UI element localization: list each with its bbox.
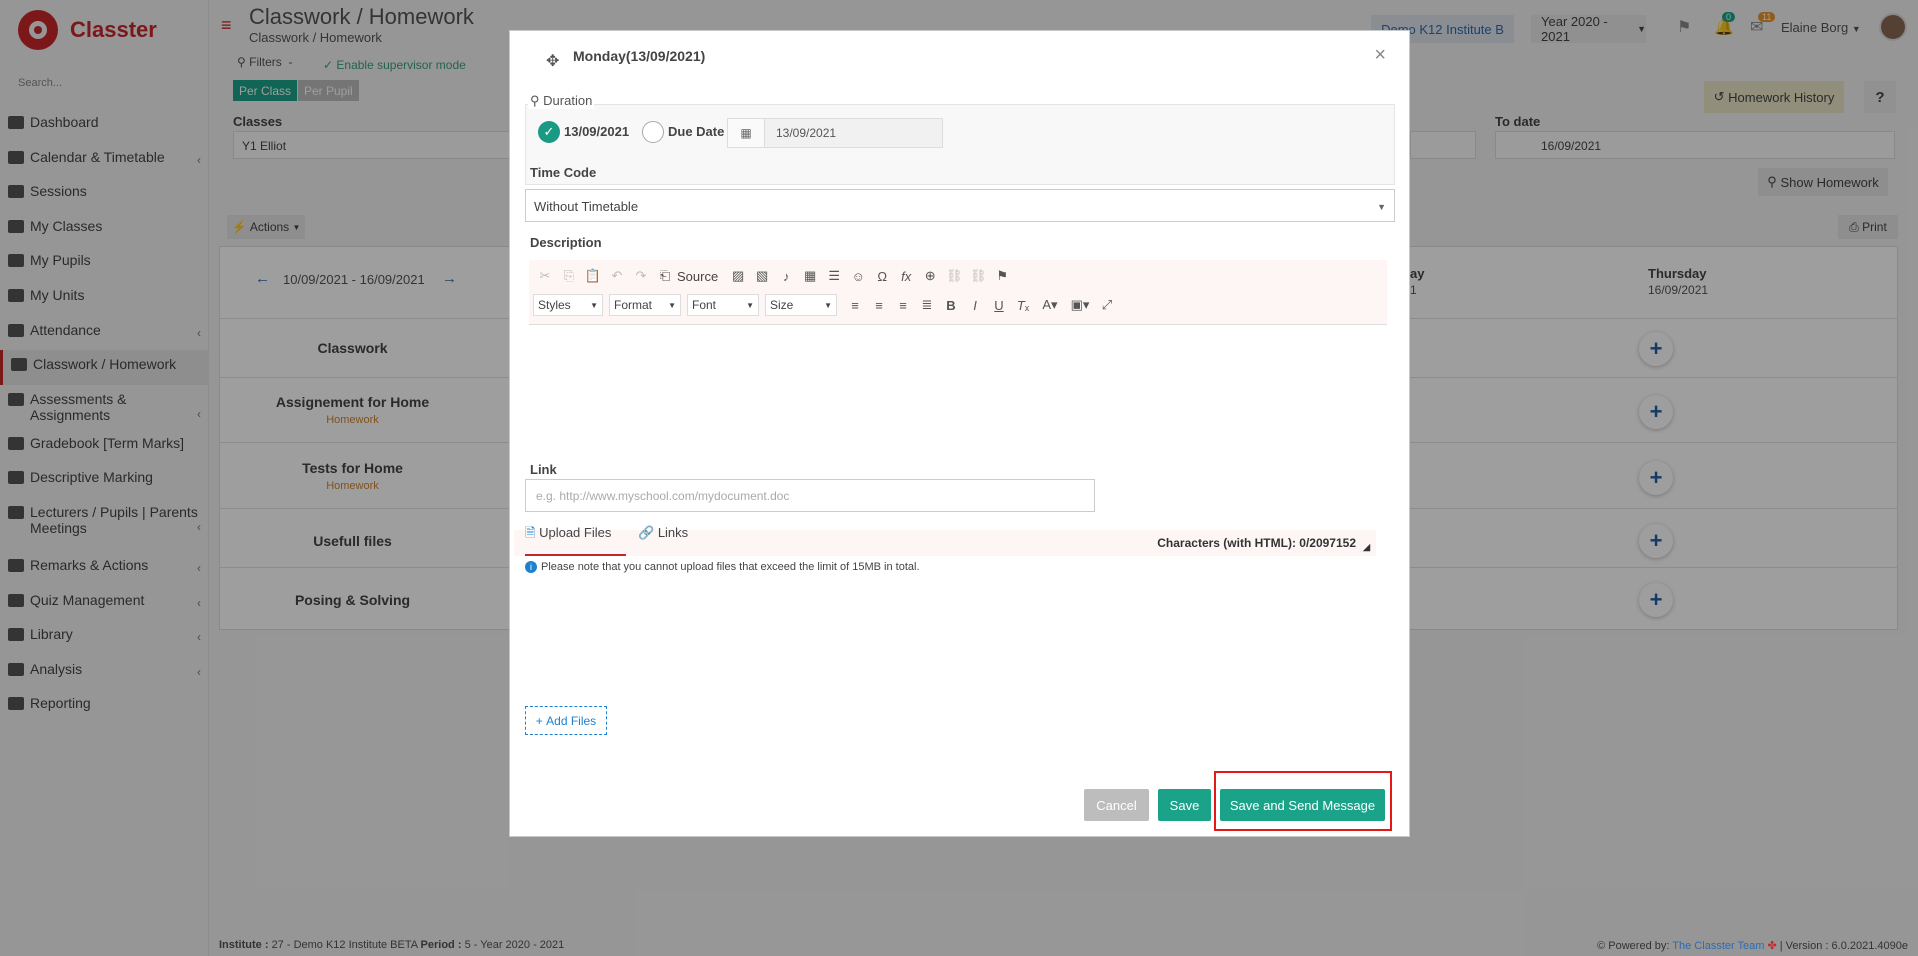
- maximize-icon[interactable]: ⤢: [1095, 294, 1119, 316]
- smiley-icon[interactable]: ☺: [846, 265, 870, 287]
- format-label: Format: [614, 298, 653, 312]
- time-code-label: Time Code: [530, 165, 597, 180]
- close-icon[interactable]: ×: [1374, 44, 1386, 67]
- editor-toolbar: ✂ ⎘ 📋 ↶ ↷ ⎗ Source ▨ ▧ ♪ ▦ ☰ ☺ Ω fx ⊕ ⛓ …: [529, 260, 1387, 325]
- highlight-box: [1214, 771, 1392, 831]
- chevron-down-icon: ▼: [590, 300, 598, 310]
- align-right-icon[interactable]: ≡: [891, 294, 915, 316]
- cancel-button[interactable]: Cancel: [1084, 789, 1149, 821]
- date-radio-label: 13/09/2021: [564, 124, 630, 139]
- move-icon[interactable]: ✥: [546, 51, 559, 71]
- classter-small-icon: ✤: [1767, 939, 1777, 952]
- toolbar-row-2: Styles ▼ Format ▼ Font ▼ Size ▼ ≡ ≡ ≡ ≣ B I …: [533, 294, 1119, 316]
- info-icon: i: [525, 561, 537, 573]
- date-input[interactable]: ▦ 13/09/2021: [727, 118, 943, 148]
- size-select[interactable]: Size ▼: [765, 294, 837, 316]
- duration-box: [525, 104, 1395, 185]
- omega-icon[interactable]: Ω: [870, 265, 894, 287]
- styles-select[interactable]: Styles ▼: [533, 294, 603, 316]
- save-button[interactable]: Save: [1158, 789, 1211, 821]
- footer-version: | Version : 6.0.2021.4090e: [1779, 939, 1908, 952]
- align-justify-icon[interactable]: ≣: [915, 294, 939, 316]
- text-color-icon[interactable]: A▾: [1035, 294, 1065, 316]
- unlink-icon[interactable]: ⛓: [966, 265, 990, 287]
- undo-icon[interactable]: ↶: [605, 265, 629, 287]
- copyright-icon: ©: [1597, 939, 1606, 952]
- remove-format-icon[interactable]: Tₓ: [1011, 294, 1035, 316]
- modal-title: Monday(13/09/2021): [573, 48, 706, 64]
- cut-icon[interactable]: ✂: [533, 265, 557, 287]
- homework-modal: ✥ Monday(13/09/2021) × ⚲ Duration ✓ 13/0…: [509, 30, 1410, 837]
- chevron-down-icon: ▼: [1377, 202, 1386, 212]
- background-color-icon[interactable]: ▣▾: [1065, 294, 1095, 316]
- footer-powered-label: Powered by:: [1608, 939, 1670, 952]
- redo-icon[interactable]: ↷: [629, 265, 653, 287]
- tab-upload-label: Upload Files: [539, 525, 612, 540]
- date-input-value: 13/09/2021: [776, 126, 837, 140]
- date-radio-selected[interactable]: ✓: [538, 121, 560, 143]
- due-date-radio-label: Due Date: [668, 124, 725, 139]
- due-date-radio[interactable]: [642, 121, 664, 143]
- link-label: Link: [530, 462, 557, 477]
- tab-links-label: Links: [657, 525, 689, 540]
- image-icon[interactable]: ▨: [726, 265, 750, 287]
- footer-period-label: Period :: [420, 939, 462, 951]
- calendar-icon[interactable]: ▦: [728, 119, 765, 147]
- tab-links[interactable]: 🔗 Links: [638, 525, 688, 549]
- bold-icon[interactable]: B: [939, 294, 963, 316]
- font-label: Font: [692, 298, 717, 312]
- align-center-icon[interactable]: ≡: [867, 294, 891, 316]
- source-button[interactable]: Source: [677, 269, 718, 284]
- footer-info: Institute : 27 - Demo K12 Institute BETA…: [219, 939, 564, 951]
- footer-institute-value: 27 - Demo K12 Institute BETA: [271, 939, 418, 951]
- flag-icon[interactable]: ⚑: [990, 265, 1014, 287]
- footer: Institute : 27 - Demo K12 Institute BETA…: [209, 934, 1918, 956]
- time-code-select[interactable]: Without Timetable ▼: [525, 189, 1395, 222]
- paste-icon[interactable]: 📋: [581, 265, 605, 287]
- formula-icon[interactable]: fx: [894, 265, 918, 287]
- plus-icon: +: [535, 713, 543, 728]
- add-files-label: Add Files: [546, 713, 597, 728]
- add-files-button[interactable]: + Add Files: [525, 706, 607, 735]
- link-icon[interactable]: ⛓: [942, 265, 966, 287]
- duration-label-text: Duration: [543, 93, 593, 108]
- italic-icon[interactable]: I: [963, 294, 987, 316]
- footer-institute-label: Institute :: [219, 939, 269, 951]
- audio-icon[interactable]: ♪: [774, 265, 798, 287]
- upload-note-text: Please note that you cannot upload files…: [541, 561, 920, 573]
- footer-powered: © Powered by: The Classter Team ✤ | Vers…: [1597, 939, 1908, 952]
- footer-powered-link[interactable]: The Classter Team: [1672, 940, 1764, 952]
- link-icon: 🔗: [638, 525, 655, 540]
- styles-label: Styles: [538, 298, 571, 312]
- toolbar-row-1: ✂ ⎘ 📋 ↶ ↷ ⎗ Source ▨ ▧ ♪ ▦ ☰ ☺ Ω fx ⊕ ⛓ …: [533, 265, 1014, 287]
- character-count: Characters (with HTML): 0/2097152: [1157, 536, 1356, 550]
- chevron-down-icon: ▼: [824, 300, 832, 310]
- align-left-icon[interactable]: ≡: [843, 294, 867, 316]
- font-select[interactable]: Font ▼: [687, 294, 759, 316]
- upload-note: i Please note that you cannot upload file…: [525, 561, 920, 573]
- footer-period-value: 5 - Year 2020 - 2021: [464, 939, 565, 951]
- copy-icon[interactable]: ⎘: [557, 265, 581, 287]
- format-select[interactable]: Format ▼: [609, 294, 681, 316]
- time-code-value: Without Timetable: [534, 199, 639, 214]
- image2-icon[interactable]: ▧: [750, 265, 774, 287]
- resize-handle-icon[interactable]: ◢: [1363, 542, 1370, 553]
- duration-label: ⚲ Duration: [528, 93, 595, 109]
- file-icon: 🗎: [525, 525, 536, 540]
- chevron-down-icon: ▼: [668, 300, 676, 310]
- search-icon: ⚲: [530, 93, 540, 108]
- tab-upload-files[interactable]: 🗎 Upload Files: [525, 524, 626, 556]
- horizontal-line-icon[interactable]: ☰: [822, 265, 846, 287]
- table-icon[interactable]: ▦: [798, 265, 822, 287]
- underline-icon[interactable]: U: [987, 294, 1011, 316]
- source-icon[interactable]: ⎗: [653, 265, 677, 287]
- chevron-down-icon: ▼: [746, 300, 754, 310]
- link-input[interactable]: e.g. http://www.myschool.com/mydocument.…: [525, 479, 1095, 512]
- description-label: Description: [530, 235, 602, 250]
- size-label: Size: [770, 298, 794, 312]
- globe-icon[interactable]: ⊕: [918, 265, 942, 287]
